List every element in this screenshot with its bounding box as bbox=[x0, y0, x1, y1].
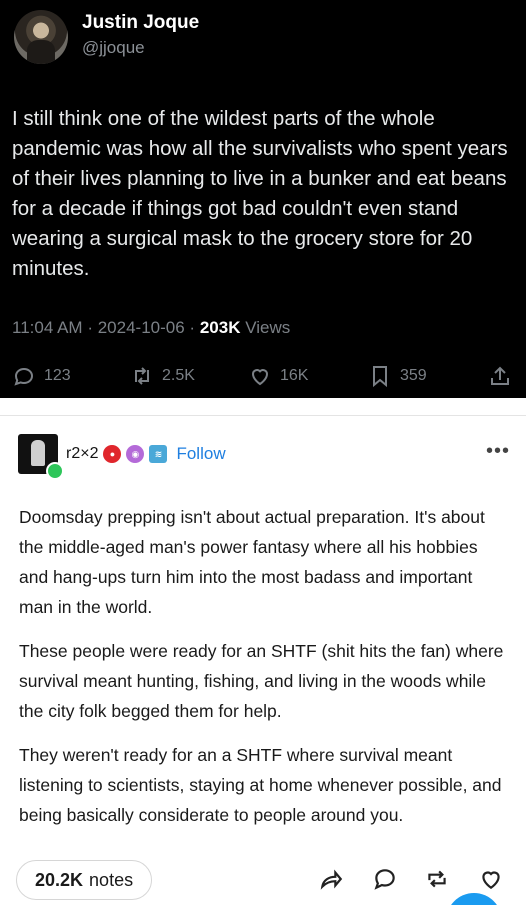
author-name[interactable]: Justin Joque bbox=[82, 12, 199, 34]
bookmark-count: 359 bbox=[400, 367, 427, 384]
tumblr-post: r2×2 ● ◉ ≋ Follow ••• Doomsday prepping … bbox=[0, 416, 526, 905]
tweet-text: I still think one of the wildest parts o… bbox=[12, 107, 508, 280]
like-icon bbox=[251, 369, 269, 386]
like-button[interactable]: 16K bbox=[248, 362, 308, 390]
follow-button[interactable]: Follow bbox=[176, 444, 225, 464]
meta-separator: · bbox=[189, 318, 196, 337]
reblog-button[interactable] bbox=[424, 866, 450, 892]
notes-count: 20.2K bbox=[35, 869, 84, 890]
more-options-icon[interactable]: ••• bbox=[486, 441, 510, 461]
tweet-card: Justin Joque @jjoque I still think one o… bbox=[0, 0, 526, 398]
tweet-date[interactable]: 2024-10-06 bbox=[98, 318, 185, 337]
heart-icon bbox=[482, 871, 500, 889]
blog-avatar[interactable] bbox=[18, 434, 64, 480]
avatar-figure bbox=[31, 440, 45, 466]
notes-label: notes bbox=[89, 869, 134, 890]
retweet-icon bbox=[135, 367, 149, 385]
tweet-time[interactable]: 11:04 AM bbox=[12, 318, 83, 337]
bookmark-icon bbox=[373, 366, 387, 388]
comment-button[interactable] bbox=[372, 866, 398, 892]
section-divider bbox=[0, 398, 526, 416]
post-header: r2×2 ● ◉ ≋ Follow bbox=[66, 444, 226, 464]
post-paragraph: They weren't ready for an a SHTF where s… bbox=[19, 745, 502, 825]
post-body: Doomsday prepping isn't about actual pre… bbox=[19, 502, 511, 844]
share-icon bbox=[491, 366, 509, 385]
retweet-count: 2.5K bbox=[162, 367, 195, 384]
share-arrow-icon bbox=[320, 869, 343, 890]
like-post-button[interactable] bbox=[478, 866, 504, 892]
post-paragraph: These people were ready for an SHTF (shi… bbox=[19, 641, 504, 721]
blog-username[interactable]: r2×2 bbox=[66, 445, 98, 463]
badge-icon[interactable]: ◉ bbox=[126, 445, 145, 463]
reblog-icon bbox=[428, 870, 446, 888]
notes-button[interactable]: 20.2K notes bbox=[16, 860, 153, 900]
share-button[interactable] bbox=[488, 362, 512, 390]
badge-icon[interactable]: ● bbox=[103, 445, 122, 463]
reply-count: 123 bbox=[44, 367, 71, 384]
tweet-action-bar: 123 2.5K 16K 359 bbox=[0, 362, 526, 390]
comment-icon bbox=[374, 869, 395, 890]
online-status-dot bbox=[46, 462, 64, 480]
bookmark-button[interactable]: 359 bbox=[368, 362, 427, 390]
badge-icon[interactable]: ≋ bbox=[149, 445, 168, 463]
reply-button[interactable]: 123 bbox=[12, 362, 71, 390]
tweet-metadata: 11:04 AM · 2024-10-06 · 203K Views bbox=[12, 318, 290, 338]
share-post-button[interactable] bbox=[318, 866, 344, 892]
retweet-button[interactable]: 2.5K bbox=[130, 362, 195, 390]
views-label: Views bbox=[245, 318, 291, 337]
meta-separator: · bbox=[87, 318, 93, 337]
post-paragraph: Doomsday prepping isn't about actual pre… bbox=[19, 507, 485, 617]
author-avatar[interactable] bbox=[14, 10, 68, 64]
reply-icon bbox=[14, 367, 34, 386]
views-count: 203K bbox=[199, 318, 241, 337]
like-count: 16K bbox=[280, 367, 309, 384]
author-handle[interactable]: @jjoque bbox=[82, 38, 145, 58]
